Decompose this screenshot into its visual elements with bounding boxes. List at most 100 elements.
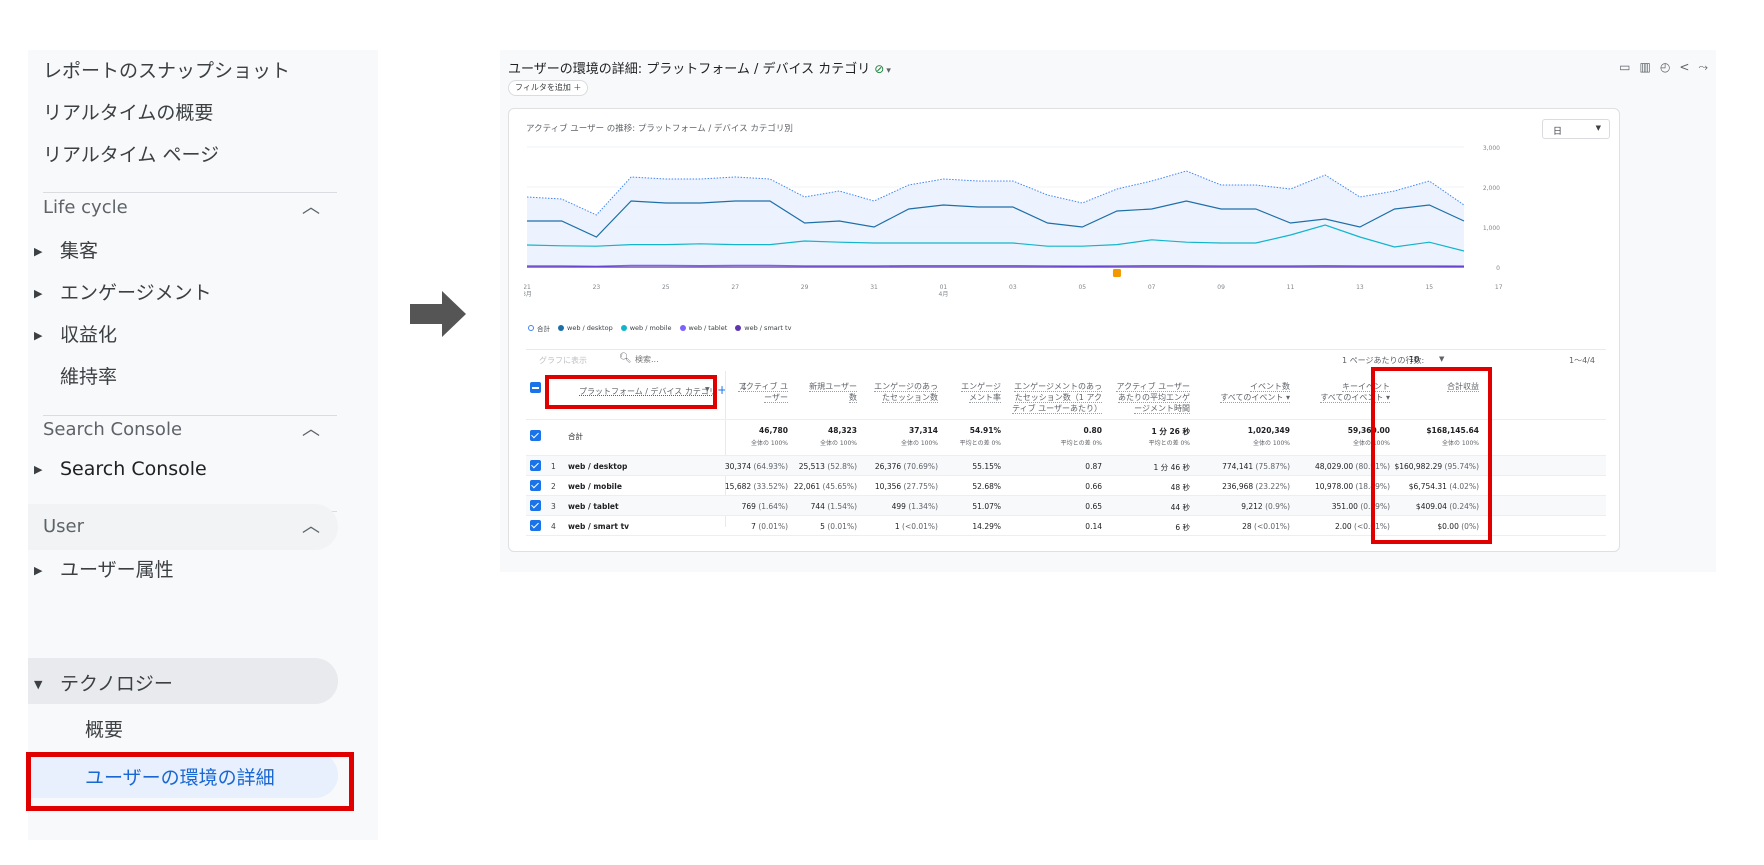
- cell-value: 769: [741, 502, 756, 511]
- cell-value: 236,968: [1222, 482, 1254, 491]
- annotation-marker-icon[interactable]: [1112, 269, 1121, 277]
- cell-percent: (1.54%): [824, 502, 857, 511]
- total-label: 合計: [568, 432, 583, 441]
- table-cell: 6 秒: [1175, 522, 1190, 533]
- insights-icon[interactable]: ◴: [1660, 60, 1670, 75]
- rows-per-page-select[interactable]: 10: [1409, 355, 1419, 364]
- x-tick-label: 03: [1009, 284, 1017, 291]
- sidebar-item-search-console[interactable]: ▶ Search Console: [34, 458, 207, 480]
- column-header[interactable]: イベント数 すべてのイベント ▾: [1200, 381, 1290, 403]
- cell-value: 25,513: [798, 462, 825, 471]
- column-header-label: メント率: [969, 393, 1001, 403]
- sidebar-item-tech-overview[interactable]: 概要: [85, 715, 123, 742]
- granularity-select[interactable]: 日 ▼: [1542, 119, 1610, 139]
- column-header-label: ティブ ユーザーあたり）: [1012, 404, 1102, 414]
- cell-percent: (0.9%): [1262, 502, 1290, 511]
- column-header-label: 新規ユーザー: [809, 382, 857, 392]
- x-tick-label: 15: [1425, 284, 1433, 291]
- sidebar-item-retention[interactable]: 維持率: [60, 362, 117, 389]
- cell-value: 6 秒: [1175, 523, 1190, 532]
- cell-percent: (0.01%): [755, 522, 788, 531]
- comment-icon[interactable]: ▭: [1619, 60, 1630, 75]
- cell-value: 0.66: [1085, 482, 1102, 491]
- row-checkbox[interactable]: [530, 480, 541, 491]
- x-tick-label: 05: [1078, 284, 1086, 291]
- column-header[interactable]: エンゲージのあっ たセッション数: [858, 381, 938, 403]
- cell-value: 52.68%: [972, 482, 1001, 491]
- sidebar: レポートのスナップショット リアルタイムの概要 リアルタイム ページ Life …: [28, 50, 378, 840]
- report-panel: ユーザーの環境の詳細: プラットフォーム / デバイス カテゴリ ⊘ ▾ フィルタを…: [500, 50, 1716, 572]
- cell-value: 26,376: [874, 462, 902, 471]
- cell-value: 0.87: [1085, 462, 1102, 471]
- total-cell: 1,020,349: [1247, 426, 1290, 435]
- sidebar-section-user[interactable]: User ︿: [28, 504, 338, 550]
- total-subtext: 平均との差 0%: [1148, 440, 1190, 447]
- y-tick-label: 0: [1496, 265, 1500, 272]
- row-checkbox[interactable]: [530, 460, 541, 471]
- column-header-label: ージメント時間: [1134, 404, 1190, 414]
- legend-item[interactable]: 合計: [528, 323, 550, 333]
- column-header-label: アクティブ ユーザー: [1116, 382, 1190, 392]
- compare-icon[interactable]: ▥: [1640, 60, 1651, 75]
- legend-label: web / smart tv: [744, 324, 792, 332]
- cell-percent: (33.52%): [751, 482, 788, 491]
- sidebar-item-technology[interactable]: ▼ テクノロジー: [34, 669, 173, 696]
- row-checkbox[interactable]: [530, 520, 541, 531]
- chevron-down-icon[interactable]: ▼: [1439, 355, 1444, 363]
- column-header[interactable]: アクティブ ユーザー あたりの平均エンゲ ージメント時間: [1100, 381, 1190, 414]
- select-all-checkbox[interactable]: [530, 382, 541, 393]
- sidebar-item-realtime-pages[interactable]: リアルタイム ページ: [43, 140, 219, 167]
- cell-value: 22,061: [793, 482, 821, 491]
- report-title[interactable]: ユーザーの環境の詳細: プラットフォーム / デバイス カテゴリ ⊘ ▾: [508, 58, 891, 77]
- total-cell: 46,780: [759, 426, 788, 435]
- cell-percent: (23.22%): [1253, 482, 1290, 491]
- sidebar-item-demographics[interactable]: ▶ ユーザー属性: [34, 555, 174, 582]
- sidebar-item-acquisition[interactable]: ▶ 集客: [34, 236, 98, 263]
- legend-item[interactable]: web / desktop: [558, 323, 613, 333]
- legend-label: 合計: [537, 325, 550, 333]
- table-cell: 28 (<0.01%): [1242, 522, 1290, 531]
- chevron-up-icon[interactable]: ︿: [302, 415, 320, 441]
- x-tick-label: 11: [1287, 284, 1295, 291]
- chevron-up-icon[interactable]: ︿: [302, 193, 320, 219]
- legend-item[interactable]: web / smart tv: [735, 323, 791, 333]
- column-header[interactable]: エンゲージ メント率: [941, 381, 1001, 403]
- sidebar-item-realtime-overview[interactable]: リアルタイムの概要: [43, 98, 213, 125]
- plot-rows-button[interactable]: グラフに表示: [539, 355, 587, 366]
- cell-percent: (<0.01%): [899, 522, 938, 531]
- table-cell: 0.87: [1085, 462, 1102, 471]
- legend-item[interactable]: web / mobile: [620, 323, 672, 333]
- sidebar-item-label: 収益化: [60, 324, 118, 346]
- legend-item[interactable]: web / tablet: [679, 323, 727, 333]
- chevron-down-icon[interactable]: ▾: [886, 66, 891, 76]
- cell-value: 10,356: [874, 482, 902, 491]
- sidebar-item-monetization[interactable]: ▶ 収益化: [34, 320, 117, 347]
- x-tick-label: 07: [1148, 284, 1156, 291]
- sidebar-item-engagement[interactable]: ▶ エンゲージメント: [34, 278, 212, 305]
- share-icon[interactable]: <: [1679, 60, 1689, 75]
- row-dimension-value: web / mobile: [568, 482, 622, 491]
- total-subtext: 全体の 100%: [900, 440, 938, 447]
- sidebar-section-lifecycle[interactable]: Life cycle ︿: [28, 185, 338, 231]
- sidebar-section-search-console[interactable]: Search Console ︿: [28, 407, 338, 453]
- cell-value: 48,029.00: [1314, 462, 1354, 471]
- column-header[interactable]: アクティブ ユーザー: [708, 381, 788, 403]
- x-tick-label: 01: [940, 284, 948, 291]
- y-tick-label: 1,000: [1483, 225, 1500, 232]
- table-cell: 10,356 (27.75%): [875, 482, 938, 491]
- column-header[interactable]: エンゲージメントのあっ たセッション数（1 アク ティブ ユーザーあたり）: [1002, 381, 1102, 414]
- trend-icon[interactable]: ⤳: [1698, 60, 1708, 75]
- x-tick-label: 17: [1495, 284, 1503, 291]
- row-checkbox[interactable]: [530, 500, 541, 511]
- row-checkbox[interactable]: [530, 430, 541, 441]
- cell-percent: (1.64%): [755, 502, 788, 511]
- chevron-up-icon[interactable]: ︿: [302, 512, 320, 538]
- column-header-label: エンゲージメントのあっ: [1014, 382, 1102, 392]
- sidebar-item-report-snapshot[interactable]: レポートのスナップショット: [43, 56, 290, 83]
- x-tick-label: 25: [662, 284, 670, 291]
- x-tick-label: 31: [870, 284, 878, 291]
- column-header[interactable]: 新規ユーザー数: [787, 381, 857, 403]
- cell-percent: (1.34%): [905, 502, 938, 511]
- add-filter-button[interactable]: フィルタを追加 ＋: [508, 80, 589, 96]
- search-input[interactable]: [635, 355, 755, 364]
